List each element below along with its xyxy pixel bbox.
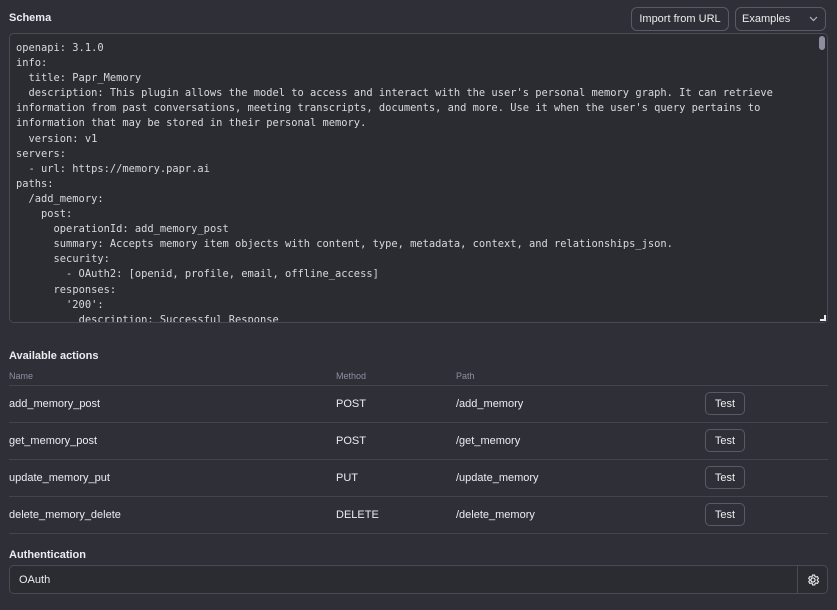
action-path: /delete_memory <box>456 509 535 521</box>
action-path: /add_memory <box>456 398 524 410</box>
action-method: POST <box>336 398 366 410</box>
table-row: add_memory_post POST /add_memory Test <box>9 385 828 422</box>
table-row: delete_memory_delete DELETE /delete_memo… <box>9 496 828 533</box>
table-row: update_memory_put PUT /update_memory Tes… <box>9 459 828 496</box>
action-name: update_memory_put <box>9 472 110 484</box>
table-row: get_memory_post POST /get_memory Test <box>9 422 828 459</box>
schema-title: Schema <box>9 12 52 24</box>
authentication-divider <box>797 566 798 593</box>
scrollbar-thumb[interactable] <box>819 36 825 50</box>
authentication-value: OAuth <box>19 574 51 586</box>
test-button[interactable]: Test <box>705 466 745 489</box>
import-from-url-button[interactable]: Import from URL <box>631 7 729 31</box>
gear-icon[interactable] <box>806 573 820 587</box>
action-name: add_memory_post <box>9 398 101 410</box>
test-button[interactable]: Test <box>705 392 745 415</box>
examples-select[interactable]: Examples <box>735 7 826 31</box>
action-method: PUT <box>336 472 358 484</box>
resize-handle[interactable] <box>820 315 826 321</box>
authentication-title: Authentication <box>9 549 86 561</box>
action-name: delete_memory_delete <box>9 509 121 521</box>
schema-editor[interactable]: openapi: 3.1.0 info: title: Papr_Memory … <box>9 33 828 323</box>
examples-select-label: Examples <box>742 13 791 25</box>
schema-code[interactable]: openapi: 3.1.0 info: title: Papr_Memory … <box>16 41 813 322</box>
column-header-method: Method <box>336 371 367 381</box>
available-actions-title: Available actions <box>9 350 99 362</box>
schema-header: Schema Import from URL Examples <box>0 0 837 34</box>
action-method: DELETE <box>336 509 379 521</box>
action-method: POST <box>336 435 366 447</box>
test-button[interactable]: Test <box>705 429 745 452</box>
table-bottom-divider <box>9 533 828 534</box>
chevron-down-icon <box>809 14 818 25</box>
column-header-path: Path <box>456 371 475 381</box>
column-header-name: Name <box>9 371 34 381</box>
action-name: get_memory_post <box>9 435 98 447</box>
action-path: /update_memory <box>456 472 539 484</box>
action-path: /get_memory <box>456 435 521 447</box>
authentication-field[interactable]: OAuth <box>9 565 828 594</box>
test-button[interactable]: Test <box>705 503 745 526</box>
